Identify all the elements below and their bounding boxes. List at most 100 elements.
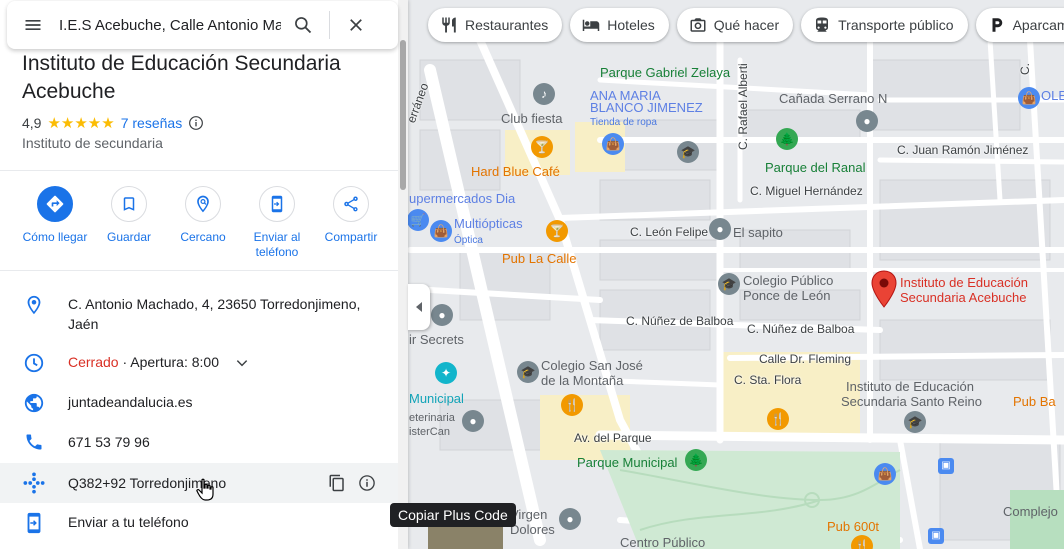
address-row[interactable]: C. Antonio Machado, 4, 23650 Torredonjim… [0, 294, 398, 334]
park-pin-icon[interactable]: 🌲 [776, 128, 798, 150]
copy-icon[interactable] [328, 474, 346, 492]
chip-label: Restaurantes [465, 17, 549, 33]
shopping-pin-icon[interactable]: 👜 [602, 133, 624, 155]
map-label-hard-blue: Hard Blue Café [471, 164, 560, 179]
map-label-rafael-alberti: C. Rafael Alberti [736, 63, 750, 150]
clock-icon [24, 353, 44, 373]
menu-button[interactable] [7, 1, 59, 49]
place-category[interactable]: Instituto de secundaria [22, 135, 163, 151]
map-label-av-parque: Av. del Parque [574, 431, 652, 445]
chip-que-hacer[interactable]: Qué hacer [676, 8, 794, 42]
send-to-phone-button[interactable]: Enviar al teléfono [240, 186, 314, 260]
map-label-instituto-acebuche-2: Secundaria Acebuche [900, 290, 1027, 305]
map-label-nunez-balboa: C. Núñez de Balboa [626, 314, 734, 328]
globe-icon [24, 393, 44, 413]
selected-place-pin-icon[interactable] [871, 270, 897, 308]
chevron-left-icon [416, 302, 422, 312]
reviews-link[interactable]: 7 reseñas [121, 115, 182, 131]
map-label-colegio-ponce-2: Ponce de León [743, 288, 831, 303]
chip-transporte[interactable]: Transporte público [801, 8, 968, 42]
map-label-veterinaria-2: isterCan [409, 426, 450, 438]
directions-icon [37, 186, 73, 222]
search-divider [329, 11, 330, 39]
chip-aparcamiento[interactable]: Aparcamien [975, 8, 1064, 42]
save-label: Guardar [106, 230, 152, 244]
bookmark-icon [111, 186, 147, 222]
map-label-c-right: C. [1018, 63, 1032, 75]
map-label-tienda-ropa: Tienda de ropa [590, 117, 657, 128]
shopping-pin-icon[interactable]: 🛒 [407, 209, 429, 231]
place-pin-icon[interactable]: ● [559, 508, 581, 530]
map-label-colegio-san-jose-2: de la Montaña [541, 373, 624, 388]
location-pin-icon [27, 295, 41, 315]
fork-knife-icon [442, 17, 456, 33]
place-title: Instituto de Educación Secundaria Acebuc… [22, 52, 341, 103]
school-pin-icon[interactable]: 🎓 [718, 273, 740, 295]
place-pin-icon[interactable]: ✦ [435, 362, 457, 384]
place-pin-icon[interactable]: ● [462, 410, 484, 432]
info-icon[interactable] [188, 115, 204, 131]
phone-send-icon [27, 512, 41, 534]
search-button[interactable] [281, 1, 325, 49]
hand-cursor-icon [196, 478, 214, 501]
chip-restaurantes[interactable]: Restaurantes [428, 8, 563, 42]
map-label-parque-gabriel: Parque Gabriel Zelaya [600, 65, 731, 80]
collapse-panel-button[interactable] [408, 284, 430, 330]
shopping-pin-icon[interactable]: 👜 [430, 220, 452, 242]
nearby-button[interactable]: Cercano [166, 186, 240, 260]
hours-next: · Apertura: 8:00 [118, 354, 219, 370]
share-button[interactable]: Compartir [314, 186, 388, 260]
restaurant-pin-icon[interactable]: 🍴 [561, 394, 583, 416]
map-label-blanco-jimenez: BLANCO JIMENEZ [590, 100, 703, 115]
directions-button[interactable]: Cómo llegar [18, 186, 92, 260]
rating-stars: ★★★★★ [47, 115, 115, 132]
bar-pin-icon[interactable]: 🍸 [531, 136, 553, 158]
scrollbar-thumb[interactable] [400, 40, 406, 190]
map-label-nunez-balboa-2: C. Núñez de Balboa [747, 322, 855, 336]
map-label-optica: Óptica [454, 235, 483, 246]
nightclub-pin-icon[interactable]: ♪ [533, 83, 555, 105]
chip-label: Qué hacer [713, 17, 780, 33]
category-chips: Restaurantes Hoteles Qué hacer Transport… [428, 8, 1064, 42]
map-label-ir-secrets: ir Secrets [409, 332, 464, 347]
bar-pin-icon[interactable]: 🍸 [546, 220, 568, 242]
phone-row[interactable]: 671 53 79 96 [0, 432, 398, 452]
address-text: C. Antonio Machado, 4, 23650 Torredonjim… [68, 296, 361, 332]
map-label-sta-flora: C. Sta. Flora [734, 373, 802, 387]
search-input[interactable] [59, 16, 281, 34]
chevron-down-icon[interactable] [235, 356, 249, 370]
park-pin-icon[interactable]: 🌲 [685, 449, 707, 471]
map-label-supermercados: upermercados Dia [409, 191, 516, 206]
map-label-club-fiesta: Club fiesta [501, 111, 563, 126]
bus-stop-icon[interactable]: ▣ [938, 458, 954, 474]
close-search-button[interactable] [334, 1, 378, 49]
camera-icon [690, 18, 706, 32]
map-label-dolores: Dolores [510, 522, 555, 537]
info-icon[interactable] [358, 474, 376, 492]
map-label-pub-600t: Pub 600t [827, 519, 880, 534]
bus-stop-icon[interactable]: ▣ [928, 528, 944, 544]
hours-row[interactable]: Cerrado · Apertura: 8:00 [0, 352, 398, 374]
tooltip: Copiar Plus Code [390, 503, 516, 527]
place-pin-icon[interactable]: ● [431, 304, 453, 326]
school-pin-icon[interactable]: 🎓 [904, 411, 926, 433]
close-icon [350, 19, 362, 31]
shopping-pin-icon[interactable]: 👜 [874, 463, 896, 485]
save-button[interactable]: Guardar [92, 186, 166, 260]
website-row[interactable]: juntadeandalucia.es [0, 392, 398, 414]
school-pin-icon[interactable]: 🎓 [677, 141, 699, 163]
send-to-phone-row[interactable]: Enviar a tu teléfono [0, 512, 398, 534]
school-pin-icon[interactable]: 🎓 [517, 361, 539, 383]
chip-hoteles[interactable]: Hoteles [570, 8, 669, 42]
place-pin-icon[interactable]: ● [709, 218, 731, 240]
divider [0, 170, 398, 171]
share-label: Compartir [324, 230, 378, 244]
place-pin-icon[interactable]: ● [856, 110, 878, 132]
map-label-miguel-hernandez: C. Miguel Hernández [750, 184, 863, 198]
map-label-canada-serrano: Cañada Serrano N [779, 91, 888, 106]
restaurant-pin-icon[interactable]: 🍴 [767, 408, 789, 430]
shopping-pin-icon[interactable]: 👜 [1018, 87, 1040, 109]
plus-code-icon [23, 472, 45, 494]
phone-text: 671 53 79 96 [68, 434, 150, 450]
bed-icon [583, 19, 600, 31]
